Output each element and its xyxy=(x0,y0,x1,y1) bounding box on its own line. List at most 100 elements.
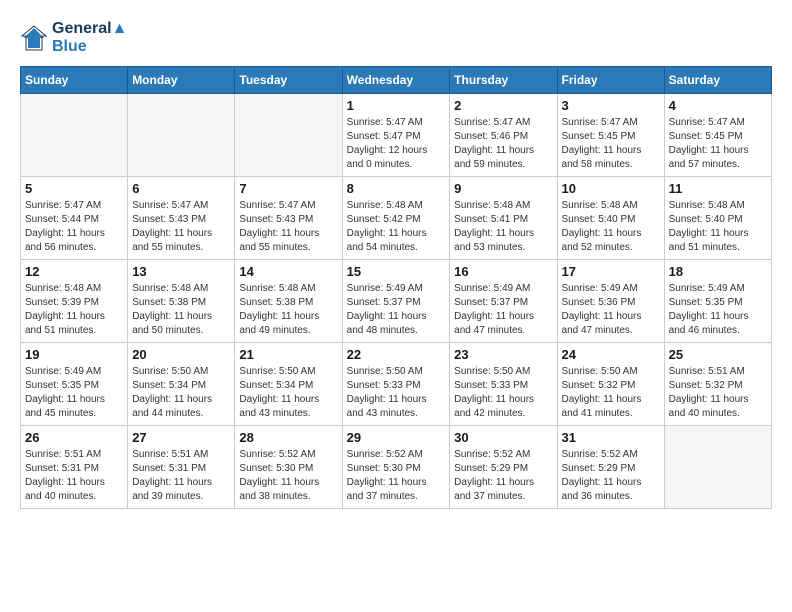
day-number: 20 xyxy=(132,347,230,362)
weekday-header: Monday xyxy=(128,67,235,94)
day-number: 1 xyxy=(347,98,446,113)
calendar-week-row: 26 Sunrise: 5:51 AMSunset: 5:31 PMDayligh… xyxy=(21,426,772,509)
day-number: 27 xyxy=(132,430,230,445)
page-header: General▲ Blue xyxy=(20,20,772,56)
calendar-week-row: 5 Sunrise: 5:47 AMSunset: 5:44 PMDaylight… xyxy=(21,177,772,260)
day-info: Sunrise: 5:47 AMSunset: 5:46 PMDaylight:… xyxy=(454,116,552,172)
day-number: 12 xyxy=(25,264,123,279)
weekday-header: Friday xyxy=(557,67,664,94)
day-number: 11 xyxy=(669,181,767,196)
weekday-header: Thursday xyxy=(450,67,557,94)
calendar-cell xyxy=(235,94,342,177)
day-info: Sunrise: 5:48 AMSunset: 5:39 PMDaylight:… xyxy=(25,282,123,338)
calendar-cell: 3 Sunrise: 5:47 AMSunset: 5:45 PMDaylight… xyxy=(557,94,664,177)
day-info: Sunrise: 5:50 AMSunset: 5:32 PMDaylight:… xyxy=(562,365,660,421)
day-number: 17 xyxy=(562,264,660,279)
day-info: Sunrise: 5:49 AMSunset: 5:37 PMDaylight:… xyxy=(454,282,552,338)
day-info: Sunrise: 5:48 AMSunset: 5:40 PMDaylight:… xyxy=(562,199,660,255)
day-info: Sunrise: 5:47 AMSunset: 5:45 PMDaylight:… xyxy=(562,116,660,172)
calendar-cell: 11 Sunrise: 5:48 AMSunset: 5:40 PMDayligh… xyxy=(664,177,771,260)
calendar-cell: 20Sunrise: 5:50 AMSunset: 5:34 PMDayligh… xyxy=(128,343,235,426)
calendar-cell: 9 Sunrise: 5:48 AMSunset: 5:41 PMDaylight… xyxy=(450,177,557,260)
day-info: Sunrise: 5:50 AMSunset: 5:34 PMDaylight:… xyxy=(239,365,337,421)
day-info: Sunrise: 5:48 AMSunset: 5:40 PMDaylight:… xyxy=(669,199,767,255)
calendar-cell: 23 Sunrise: 5:50 AMSunset: 5:33 PMDayligh… xyxy=(450,343,557,426)
calendar-cell: 21 Sunrise: 5:50 AMSunset: 5:34 PMDayligh… xyxy=(235,343,342,426)
day-number: 10 xyxy=(562,181,660,196)
calendar-cell: 12 Sunrise: 5:48 AMSunset: 5:39 PMDayligh… xyxy=(21,260,128,343)
calendar-week-row: 1 Sunrise: 5:47 AMSunset: 5:47 PMDaylight… xyxy=(21,94,772,177)
calendar-cell: 15 Sunrise: 5:49 AMSunset: 5:37 PMDayligh… xyxy=(342,260,450,343)
calendar-cell: 10 Sunrise: 5:48 AMSunset: 5:40 PMDayligh… xyxy=(557,177,664,260)
calendar-header-row: SundayMondayTuesdayWednesdayThursdayFrid… xyxy=(21,67,772,94)
day-number: 16 xyxy=(454,264,552,279)
day-number: 2 xyxy=(454,98,552,113)
day-info: Sunrise: 5:51 AMSunset: 5:31 PMDaylight:… xyxy=(25,448,123,504)
weekday-header: Sunday xyxy=(21,67,128,94)
day-info: Sunrise: 5:49 AMSunset: 5:37 PMDaylight:… xyxy=(347,282,446,338)
day-number: 19 xyxy=(25,347,123,362)
day-info: Sunrise: 5:49 AMSunset: 5:36 PMDaylight:… xyxy=(562,282,660,338)
day-number: 29 xyxy=(347,430,446,445)
calendar-cell: 19Sunrise: 5:49 AMSunset: 5:35 PMDayligh… xyxy=(21,343,128,426)
day-info: Sunrise: 5:51 AMSunset: 5:31 PMDaylight:… xyxy=(132,448,230,504)
day-number: 4 xyxy=(669,98,767,113)
calendar-cell xyxy=(21,94,128,177)
calendar-cell: 14 Sunrise: 5:48 AMSunset: 5:38 PMDayligh… xyxy=(235,260,342,343)
day-info: Sunrise: 5:47 AMSunset: 5:43 PMDaylight:… xyxy=(239,199,337,255)
calendar-cell: 28Sunrise: 5:52 AMSunset: 5:30 PMDayligh… xyxy=(235,426,342,509)
day-info: Sunrise: 5:47 AMSunset: 5:47 PMDaylight:… xyxy=(347,116,446,172)
day-info: Sunrise: 5:48 AMSunset: 5:38 PMDaylight:… xyxy=(239,282,337,338)
calendar-cell: 2 Sunrise: 5:47 AMSunset: 5:46 PMDaylight… xyxy=(450,94,557,177)
calendar-cell: 29 Sunrise: 5:52 AMSunset: 5:30 PMDayligh… xyxy=(342,426,450,509)
calendar-week-row: 19Sunrise: 5:49 AMSunset: 5:35 PMDayligh… xyxy=(21,343,772,426)
day-number: 8 xyxy=(347,181,446,196)
calendar-cell xyxy=(664,426,771,509)
day-number: 6 xyxy=(132,181,230,196)
day-number: 24 xyxy=(562,347,660,362)
day-info: Sunrise: 5:49 AMSunset: 5:35 PMDaylight:… xyxy=(669,282,767,338)
day-info: Sunrise: 5:52 AMSunset: 5:30 PMDaylight:… xyxy=(347,448,446,504)
calendar-cell: 8 Sunrise: 5:48 AMSunset: 5:42 PMDaylight… xyxy=(342,177,450,260)
logo-text: General▲ Blue xyxy=(52,20,127,56)
day-number: 21 xyxy=(239,347,337,362)
day-info: Sunrise: 5:51 AMSunset: 5:32 PMDaylight:… xyxy=(669,365,767,421)
weekday-header: Tuesday xyxy=(235,67,342,94)
day-info: Sunrise: 5:48 AMSunset: 5:38 PMDaylight:… xyxy=(132,282,230,338)
day-number: 5 xyxy=(25,181,123,196)
day-info: Sunrise: 5:50 AMSunset: 5:33 PMDaylight:… xyxy=(347,365,446,421)
day-number: 22 xyxy=(347,347,446,362)
day-info: Sunrise: 5:47 AMSunset: 5:45 PMDaylight:… xyxy=(669,116,767,172)
calendar-cell: 27 Sunrise: 5:51 AMSunset: 5:31 PMDayligh… xyxy=(128,426,235,509)
day-info: Sunrise: 5:48 AMSunset: 5:42 PMDaylight:… xyxy=(347,199,446,255)
calendar-cell: 13 Sunrise: 5:48 AMSunset: 5:38 PMDayligh… xyxy=(128,260,235,343)
day-number: 23 xyxy=(454,347,552,362)
calendar-cell: 22 Sunrise: 5:50 AMSunset: 5:33 PMDayligh… xyxy=(342,343,450,426)
day-info: Sunrise: 5:50 AMSunset: 5:33 PMDaylight:… xyxy=(454,365,552,421)
day-number: 3 xyxy=(562,98,660,113)
calendar-cell: 17 Sunrise: 5:49 AMSunset: 5:36 PMDayligh… xyxy=(557,260,664,343)
day-info: Sunrise: 5:47 AMSunset: 5:43 PMDaylight:… xyxy=(132,199,230,255)
day-number: 15 xyxy=(347,264,446,279)
logo-icon xyxy=(20,24,48,52)
calendar-cell: 4 Sunrise: 5:47 AMSunset: 5:45 PMDaylight… xyxy=(664,94,771,177)
day-number: 30 xyxy=(454,430,552,445)
calendar-cell: 25Sunrise: 5:51 AMSunset: 5:32 PMDayligh… xyxy=(664,343,771,426)
calendar-cell: 26 Sunrise: 5:51 AMSunset: 5:31 PMDayligh… xyxy=(21,426,128,509)
calendar-cell: 7 Sunrise: 5:47 AMSunset: 5:43 PMDaylight… xyxy=(235,177,342,260)
day-number: 14 xyxy=(239,264,337,279)
calendar-cell xyxy=(128,94,235,177)
day-number: 9 xyxy=(454,181,552,196)
day-number: 7 xyxy=(239,181,337,196)
day-info: Sunrise: 5:48 AMSunset: 5:41 PMDaylight:… xyxy=(454,199,552,255)
day-info: Sunrise: 5:47 AMSunset: 5:44 PMDaylight:… xyxy=(25,199,123,255)
weekday-header: Saturday xyxy=(664,67,771,94)
day-info: Sunrise: 5:52 AMSunset: 5:29 PMDaylight:… xyxy=(454,448,552,504)
calendar-cell: 18Sunrise: 5:49 AMSunset: 5:35 PMDayligh… xyxy=(664,260,771,343)
calendar-cell: 30 Sunrise: 5:52 AMSunset: 5:29 PMDayligh… xyxy=(450,426,557,509)
day-number: 26 xyxy=(25,430,123,445)
calendar-cell: 1 Sunrise: 5:47 AMSunset: 5:47 PMDaylight… xyxy=(342,94,450,177)
calendar-cell: 24 Sunrise: 5:50 AMSunset: 5:32 PMDayligh… xyxy=(557,343,664,426)
day-number: 13 xyxy=(132,264,230,279)
day-info: Sunrise: 5:52 AMSunset: 5:29 PMDaylight:… xyxy=(562,448,660,504)
